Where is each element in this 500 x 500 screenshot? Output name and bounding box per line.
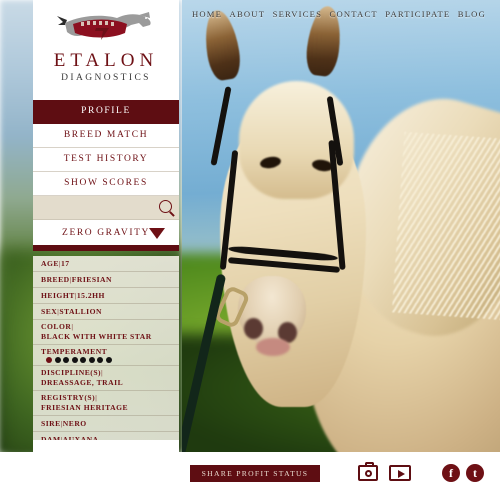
spec-value: BLACK WITH WHITE STAR: [41, 332, 152, 341]
twitter-icon[interactable]: t: [466, 464, 484, 482]
sidebar-item-test-history[interactable]: TEST HISTORY: [33, 148, 179, 172]
spec-key: SIRE: [41, 418, 61, 428]
rating-dot[interactable]: [80, 357, 86, 363]
rating-dot[interactable]: [97, 357, 103, 363]
rating-dot[interactable]: [54, 357, 61, 363]
video-play-icon[interactable]: [389, 465, 411, 481]
horse-nostril-left: [244, 318, 263, 339]
panel-divider: [33, 245, 179, 251]
nav-item-home[interactable]: HOME: [192, 9, 222, 19]
nav-item-contact[interactable]: CONTACT: [330, 9, 378, 19]
rating-dot[interactable]: [105, 357, 112, 363]
spec-key: DISCIPLINE(S): [41, 368, 102, 377]
horse-select-dropdown[interactable]: ZERO GRAVITY: [33, 220, 179, 245]
rating-dot[interactable]: [88, 357, 95, 363]
horse-select-value: ZERO GRAVITY: [62, 227, 150, 238]
nav-item-participate[interactable]: PARTICIPATE: [385, 9, 450, 19]
spec-value: FRIESIAN HERITAGE: [41, 403, 129, 412]
spec-row-height: HEIGHT | 15.2HH: [33, 288, 179, 304]
temperament-rating-dots: [46, 357, 112, 363]
spec-key: COLOR: [41, 322, 72, 331]
galloping-horse-logo: [51, 6, 161, 46]
chevron-down-icon[interactable]: [149, 228, 165, 239]
nav-item-blog[interactable]: BLOG: [458, 9, 486, 19]
page-root: HOME ABOUT SERVICES CONTACT PARTICIPATE …: [0, 0, 500, 500]
nav-item-about[interactable]: ABOUT: [230, 9, 266, 19]
spec-row-sex: SEX | STALLION: [33, 304, 179, 320]
spec-value: 15.2HH: [76, 290, 105, 300]
logo-block[interactable]: ETALON DIAGNOSTICS: [33, 0, 179, 100]
horse-lip: [256, 338, 290, 356]
spec-key: SEX: [41, 306, 58, 316]
share-profit-status-button[interactable]: SHARE PROFIT STATUS: [190, 465, 320, 482]
search-input[interactable]: [33, 196, 179, 219]
spec-row-sire: SIRE | NERO: [33, 416, 179, 432]
facebook-icon[interactable]: f: [442, 464, 460, 482]
spec-value: FRIESIAN: [71, 274, 112, 284]
sidebar-item-breed-match[interactable]: BREED MATCH: [33, 124, 179, 148]
spec-row-disciplines: DISCIPLINE(S) | DREASSAGE, TRAIL: [33, 366, 179, 391]
sidebar-item-profile[interactable]: PROFILE: [33, 100, 179, 124]
sidebar-menu: PROFILE BREED MATCH TEST HISTORY SHOW SC…: [33, 100, 179, 251]
rating-dot[interactable]: [46, 357, 52, 363]
spec-value: STALLION: [59, 306, 102, 316]
search-bar[interactable]: [33, 196, 179, 220]
spec-key: REGISTRY(S): [41, 393, 96, 402]
spec-key: AGE: [41, 258, 59, 268]
spec-row-color: COLOR | BLACK WITH WHITE STAR: [33, 320, 179, 345]
bottom-bar: SHARE PROFIT STATUS f t: [0, 452, 500, 500]
spec-value: 17: [61, 258, 70, 268]
spec-row-registries: REGISTRY(S) | FRIESIAN HERITAGE: [33, 391, 179, 416]
spec-row-age: AGE | 17: [33, 256, 179, 272]
spec-key: TEMPERAMENT: [41, 347, 108, 356]
spec-key: BREED: [41, 274, 70, 284]
spec-key: HEIGHT: [41, 290, 75, 300]
spec-row-breed: BREED | FRIESIAN: [33, 272, 179, 288]
horse-mane-wisps: [392, 131, 500, 321]
spec-row-temperament: TEMPERAMENT: [33, 345, 179, 366]
spec-value: DREASSAGE, TRAIL: [41, 378, 124, 387]
brand-tagline: DIAGNOSTICS: [61, 73, 151, 83]
spec-value: NERO: [62, 418, 87, 428]
camera-icon[interactable]: [358, 462, 378, 481]
nav-item-services[interactable]: SERVICES: [273, 9, 323, 19]
rating-dot[interactable]: [63, 357, 69, 363]
rating-dot[interactable]: [71, 357, 78, 363]
hero-photo: [182, 0, 500, 452]
top-navigation: HOME ABOUT SERVICES CONTACT PARTICIPATE …: [182, 0, 500, 28]
sidebar-item-show-scores[interactable]: SHOW SCORES: [33, 172, 179, 196]
brand-wordmark: ETALON: [53, 50, 159, 71]
search-icon[interactable]: [159, 200, 172, 213]
